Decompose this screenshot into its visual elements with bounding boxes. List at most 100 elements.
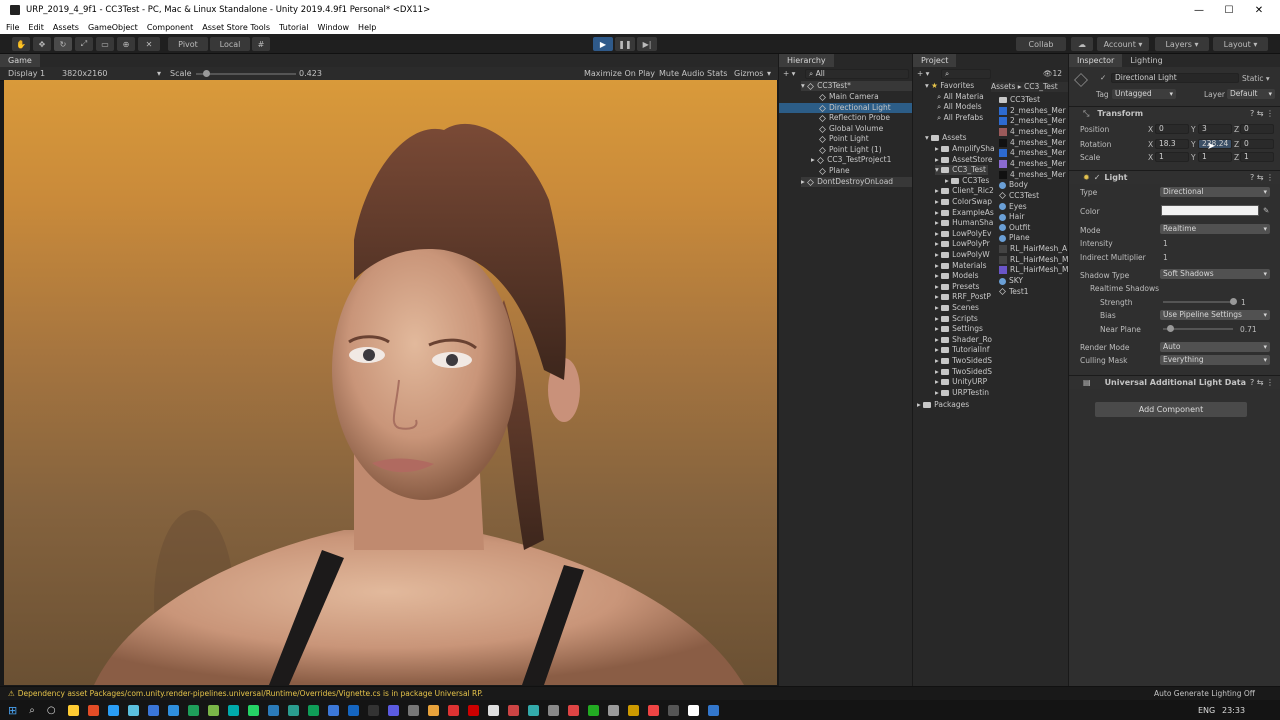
app-taskbar-icon[interactable] — [647, 704, 659, 716]
project-folder[interactable]: ▸ ColorSwap — [935, 197, 992, 207]
project-folder[interactable]: ▸ TutorialInf — [935, 345, 989, 355]
menu-tutorial[interactable]: Tutorial — [279, 23, 308, 32]
static-toggle[interactable]: Static ▾ — [1242, 74, 1270, 83]
urp-light-data-header[interactable]: ▤ Universal Additional Light Data ? ⇆ ⋮ — [1069, 375, 1280, 389]
app-taskbar-icon[interactable] — [507, 704, 519, 716]
project-asset[interactable]: RL_HairMesh_M — [999, 255, 1069, 265]
favorite-item[interactable]: ⌕ All Materia — [937, 92, 984, 102]
word-taskbar-icon[interactable] — [267, 704, 279, 716]
project-folder[interactable]: ▸ HumanSha — [935, 218, 993, 228]
menu-gameobject[interactable]: GameObject — [88, 23, 138, 32]
project-folder[interactable]: ▸ Shader_Ro — [935, 335, 992, 345]
transform-tool-icon[interactable]: ⊕ — [117, 37, 135, 51]
play-button[interactable]: ▶ — [593, 37, 613, 51]
app-taskbar-icon[interactable] — [607, 704, 619, 716]
photos-taskbar-icon[interactable] — [187, 704, 199, 716]
project-folder[interactable]: ▸ LowPolyEv — [935, 229, 991, 239]
menu-file[interactable]: File — [6, 23, 19, 32]
project-folder[interactable]: ▸ AmplifySha — [935, 144, 995, 154]
tab-inspector[interactable]: Inspector — [1069, 53, 1123, 68]
app-taskbar-icon[interactable] — [667, 704, 679, 716]
scale-slider[interactable] — [196, 70, 296, 77]
scene-row[interactable]: ▾ CC3Test* — [801, 81, 912, 91]
component-menu-icon[interactable]: ? ⇆ ⋮ — [1250, 109, 1274, 118]
recorder-taskbar-icon[interactable] — [467, 704, 479, 716]
project-asset[interactable]: CC3Test — [999, 95, 1040, 105]
project-asset[interactable]: 4_meshes_Mer — [999, 138, 1066, 148]
dontdestroy-row[interactable]: ▸ DontDestroyOnLoad — [801, 177, 912, 187]
project-asset[interactable]: 4_meshes_Mer — [999, 127, 1066, 137]
status-message[interactable]: Dependency asset Packages/com.unity.rend… — [18, 689, 483, 698]
mode-dropdown[interactable]: Realtime — [1160, 224, 1270, 234]
near-plane-field[interactable]: 0.71 — [1240, 325, 1257, 334]
app-taskbar-icon[interactable] — [687, 704, 699, 716]
packages-root[interactable]: ▸ Packages — [917, 400, 969, 410]
cloud-icon[interactable]: ☁ — [1071, 37, 1093, 51]
project-folder[interactable]: ▸ Scenes — [935, 303, 979, 313]
account-dropdown[interactable]: Account ▾ — [1097, 37, 1149, 51]
project-folder[interactable]: ▸ CC3Tes — [945, 176, 989, 186]
app-taskbar-icon[interactable] — [547, 704, 559, 716]
whatsapp-taskbar-icon[interactable] — [247, 704, 259, 716]
project-folder[interactable]: ▸ Scripts — [935, 314, 978, 324]
hierarchy-item[interactable]: Plane — [819, 166, 850, 176]
project-folder[interactable]: ▸ Client_Ric2 — [935, 186, 994, 196]
project-asset[interactable]: Body — [999, 180, 1028, 190]
tab-hierarchy[interactable]: Hierarchy — [779, 53, 834, 68]
project-folder[interactable]: ▸ ExampleAs — [935, 208, 994, 218]
hierarchy-item[interactable]: Main Camera — [819, 92, 879, 102]
app-taskbar-icon[interactable] — [627, 704, 639, 716]
language-indicator[interactable]: ENG — [1198, 706, 1215, 715]
app-taskbar-icon[interactable] — [707, 704, 719, 716]
project-search-input[interactable]: ⌕ — [941, 69, 991, 79]
display-dropdown[interactable]: Display 1 — [8, 69, 45, 78]
project-asset[interactable]: 2_meshes_Mer — [999, 106, 1066, 116]
mute-audio-toggle[interactable]: Mute Audio — [659, 69, 704, 78]
rotate-tool-icon[interactable]: ↻ — [54, 37, 72, 51]
intensity-field[interactable]: 1 — [1163, 239, 1168, 248]
rotation-x-field[interactable]: 18.3 — [1155, 139, 1189, 149]
project-folder[interactable]: ▸ TwoSidedS — [935, 367, 992, 377]
type-dropdown[interactable]: Directional — [1160, 187, 1270, 197]
project-folder[interactable]: ▸ TwoSidedS — [935, 356, 992, 366]
menu-component[interactable]: Component — [147, 23, 193, 32]
project-asset[interactable]: RL_HairMesh_A — [999, 244, 1067, 254]
hierarchy-item[interactable]: Reflection Probe — [819, 113, 890, 123]
project-asset[interactable]: RL_HairMesh_M — [999, 265, 1069, 275]
project-folder[interactable]: ▸ UnityURP — [935, 377, 987, 387]
light-enabled-checkbox[interactable]: ✓ — [1094, 173, 1101, 182]
project-folder[interactable]: ▸ URPTestin — [935, 388, 989, 398]
menu-assets[interactable]: Assets — [53, 23, 79, 32]
project-asset[interactable]: 4_meshes_Mer — [999, 170, 1066, 180]
project-breadcrumb[interactable]: Assets ▸ CC3_Test — [991, 82, 1068, 92]
eyedropper-icon[interactable]: ✎ — [1263, 206, 1269, 215]
resolution-dropdown[interactable]: 3820x2160 — [62, 69, 107, 78]
search-icon[interactable]: ⌕ — [29, 705, 35, 716]
project-asset[interactable]: Hair — [999, 212, 1024, 222]
near-plane-slider-knob[interactable] — [1166, 325, 1174, 332]
purple-app-taskbar-icon[interactable] — [387, 704, 399, 716]
project-create-icon[interactable]: + ▾ — [917, 69, 929, 79]
project-folder[interactable]: ▸ Models — [935, 271, 979, 281]
blue-app-taskbar-icon[interactable] — [327, 704, 339, 716]
close-button[interactable]: ✕ — [1244, 0, 1274, 20]
edge-taskbar-icon[interactable] — [107, 704, 119, 716]
hierarchy-item[interactable]: Global Volume — [819, 124, 883, 134]
app-taskbar-icon[interactable] — [527, 704, 539, 716]
project-folder[interactable]: ▸ Presets — [935, 282, 979, 292]
menu-window[interactable]: Window — [318, 23, 350, 32]
project-asset[interactable]: SKY — [999, 276, 1023, 286]
gizmos-toggle[interactable]: Gizmos — [734, 69, 763, 78]
maximize-on-play-toggle[interactable]: Maximize On Play — [584, 69, 655, 78]
excel-like-taskbar-icon[interactable] — [207, 704, 219, 716]
project-asset[interactable]: 2_meshes_Mer — [999, 116, 1066, 126]
project-folder[interactable]: ▸ RRF_PostP — [935, 292, 991, 302]
rotation-z-field[interactable]: 0 — [1240, 139, 1274, 149]
mail-taskbar-icon[interactable] — [147, 704, 159, 716]
layer-dropdown[interactable]: Default — [1227, 89, 1275, 99]
project-asset[interactable]: Test1 — [999, 287, 1029, 297]
active-checkbox[interactable]: ✓ — [1100, 73, 1106, 82]
favorites-header[interactable]: ▾ ★ Favorites — [925, 81, 974, 91]
hierarchy-item[interactable]: Point Light (1) — [819, 145, 882, 155]
app-taskbar-icon[interactable] — [587, 704, 599, 716]
